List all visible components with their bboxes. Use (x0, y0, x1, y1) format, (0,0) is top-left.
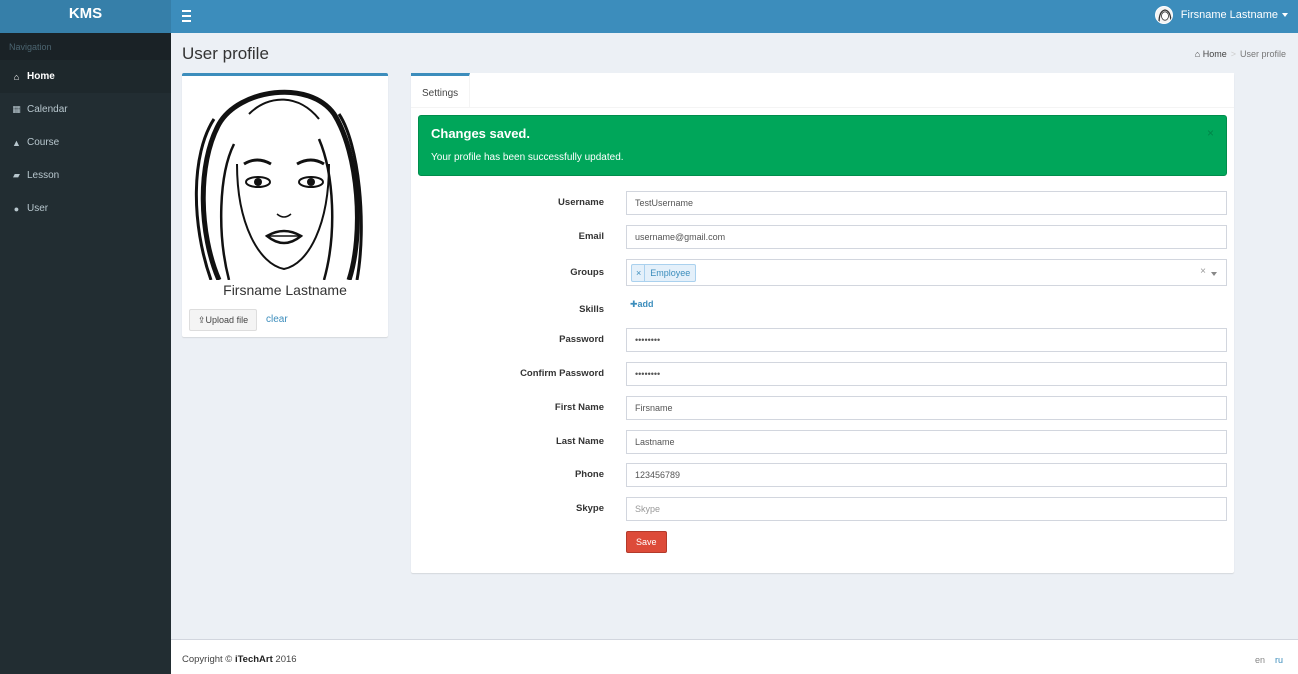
sidebar-item-label: User (27, 203, 49, 214)
password-label: Password (559, 334, 604, 345)
tab-settings[interactable]: Settings (411, 73, 471, 108)
plus-icon: ✚ (630, 299, 638, 309)
sidebar-item-lesson[interactable]: ▰ Lesson (0, 159, 171, 192)
upload-icon: ⇪ (198, 315, 206, 325)
copyright-year: 2016 (272, 654, 297, 665)
sidebar-item-calendar[interactable]: ▦ Calendar (0, 93, 171, 126)
user-icon: ● (13, 203, 20, 214)
email-row: Email (411, 225, 1234, 249)
password-row: Password (411, 328, 1234, 352)
password-field[interactable] (626, 328, 1227, 352)
profile-picture (189, 84, 363, 281)
breadcrumb-home[interactable]: Home (1203, 49, 1227, 59)
profile-name: Firsname Lastname (223, 282, 347, 298)
sidebar: Navigation ⌂ Home ▦ Calendar ▲ Course ▰ … (0, 33, 171, 674)
phone-row: Phone (411, 463, 1234, 487)
first-name-row: First Name (411, 396, 1234, 420)
copyright: Copyright © iTechArt 2016 (182, 654, 297, 665)
save-button[interactable]: Save (626, 531, 667, 553)
breadcrumb-current: User profile (1239, 49, 1286, 59)
group-tag-label: Employee (650, 268, 691, 278)
groups-row: Groups × Employee × (411, 259, 1234, 286)
company-name: iTechArt (234, 654, 273, 665)
home-icon: ⌂ (13, 71, 20, 82)
email-field[interactable] (626, 225, 1227, 249)
book-icon: ▰ (13, 170, 20, 180)
upload-file-button[interactable]: ⇪Upload file (189, 309, 258, 331)
user-menu-name: Firsname Lastname (1180, 9, 1278, 21)
footer: Copyright © iTechArt 2016 en ru (171, 639, 1298, 674)
last-name-field[interactable] (626, 430, 1227, 454)
calendar-icon: ▦ (12, 104, 21, 114)
page-title: User profile (182, 44, 269, 63)
groups-select[interactable]: × Employee × (626, 259, 1227, 286)
phone-field[interactable] (626, 463, 1227, 487)
success-alert: Changes saved. Your profile has been suc… (418, 115, 1227, 176)
sidebar-item-label: Calendar (27, 104, 68, 115)
username-label: Username (558, 197, 604, 208)
remove-tag-icon[interactable]: × (636, 268, 641, 278)
phone-label: Phone (574, 469, 604, 480)
sidebar-item-user[interactable]: ● User (0, 192, 171, 225)
graduation-cap-icon: ▲ (12, 137, 21, 148)
app-brand[interactable]: KMS (0, 0, 171, 33)
profile-card: Firsname Lastname ⇪Upload file clear (182, 73, 388, 337)
top-navbar: Firsname Lastname (171, 0, 1298, 33)
home-icon: ⌂ (1194, 49, 1203, 59)
user-menu[interactable]: Firsname Lastname (1154, 4, 1288, 26)
group-tag: × Employee (631, 264, 697, 282)
skills-row: Skills ✚add (411, 299, 1234, 323)
skype-row: Skype (411, 497, 1234, 521)
close-icon[interactable]: × (1207, 126, 1214, 140)
add-skill-link[interactable]: ✚add (630, 299, 654, 310)
breadcrumb-separator: > (1230, 49, 1236, 59)
skype-label: Skype (576, 503, 604, 514)
alert-title: Changes saved. (431, 126, 530, 141)
first-name-label: First Name (554, 402, 604, 413)
clear-link[interactable]: clear (266, 314, 288, 325)
upload-file-label: Upload file (205, 315, 249, 325)
chevron-down-icon[interactable] (1211, 272, 1217, 276)
sidebar-toggle-icon[interactable] (180, 6, 194, 22)
groups-label: Groups (570, 267, 604, 278)
confirm-password-field[interactable] (626, 362, 1227, 386)
copyright-prefix: Copyright © (182, 654, 235, 665)
first-name-field[interactable] (626, 396, 1227, 420)
skills-label: Skills (579, 304, 604, 315)
add-skill-label: add (637, 299, 654, 309)
sidebar-item-label: Home (27, 71, 55, 82)
sidebar-header: Navigation (0, 33, 171, 60)
breadcrumb: ⌂ Home > User profile (1195, 49, 1286, 59)
alert-message: Your profile has been successfully updat… (431, 152, 624, 163)
tab-bar: Settings (411, 73, 1234, 108)
sidebar-item-course[interactable]: ▲ Course (0, 126, 171, 159)
username-row: Username (411, 191, 1234, 215)
sidebar-item-label: Lesson (27, 170, 60, 181)
confirm-password-row: Confirm Password (411, 362, 1234, 386)
confirm-password-label: Confirm Password (520, 368, 604, 379)
sidebar-item-home[interactable]: ⌂ Home (0, 60, 171, 93)
last-name-row: Last Name (411, 430, 1234, 454)
lang-ru-link[interactable]: ru (1275, 655, 1283, 665)
chevron-down-icon (1282, 13, 1288, 17)
sidebar-item-label: Course (27, 137, 60, 148)
clear-selection-icon[interactable]: × (1200, 266, 1206, 277)
lang-en-link[interactable]: en (1255, 655, 1265, 665)
username-field[interactable] (626, 191, 1227, 215)
settings-card: Settings Changes saved. Your profile has… (411, 73, 1234, 573)
skype-field[interactable] (626, 497, 1227, 521)
user-avatar (1154, 6, 1173, 24)
email-label: Email (578, 231, 604, 242)
last-name-label: Last Name (555, 436, 604, 447)
